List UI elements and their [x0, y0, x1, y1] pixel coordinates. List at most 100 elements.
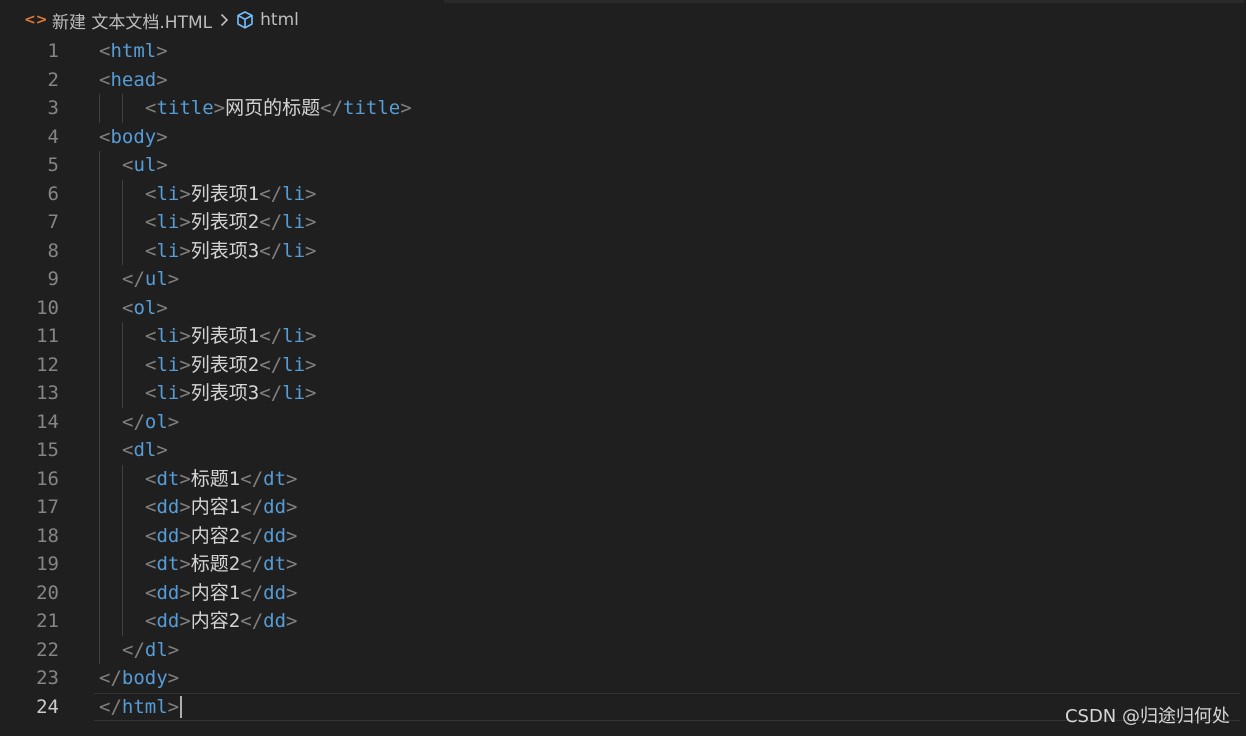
line-number[interactable]: 1: [0, 37, 59, 66]
code-line[interactable]: 14 </ol>: [0, 407, 1246, 437]
code-line[interactable]: 9 </ul>: [0, 265, 1246, 294]
line-number[interactable]: 11: [0, 322, 59, 351]
line-number[interactable]: 5: [0, 151, 59, 180]
tag-bracket: </: [240, 610, 264, 632]
code-line[interactable]: 20 <dd>内容1</dd>: [0, 578, 1246, 608]
text-content: 列表项2: [190, 211, 260, 233]
line-content[interactable]: </body>: [99, 664, 179, 693]
code-area[interactable]: 1 <html> 2 <head> 3 <title>网页的标题</title> 4 <bod…: [0, 37, 1246, 721]
breadcrumb: <> 新建 文本文档.HTML html: [24, 6, 299, 34]
line-content[interactable]: </ol>: [122, 408, 179, 437]
tag-name: li: [156, 211, 180, 233]
code-line[interactable]: 4 <body>: [0, 123, 1246, 152]
breadcrumb-symbol[interactable]: html: [260, 10, 299, 30]
line-number[interactable]: 8: [0, 237, 59, 266]
line-content[interactable]: <li>列表项2</li>: [145, 208, 316, 237]
line-number[interactable]: 19: [0, 550, 59, 579]
line-content[interactable]: </dl>: [122, 636, 179, 665]
code-line[interactable]: 13 <li>列表项3</li>: [0, 379, 1246, 408]
code-line[interactable]: 2 <head>: [0, 66, 1246, 95]
line-number[interactable]: 4: [0, 123, 59, 152]
line-number[interactable]: 18: [0, 522, 59, 551]
line-content[interactable]: <body>: [99, 123, 168, 152]
line-content[interactable]: <li>列表项3</li>: [145, 237, 316, 266]
line-content[interactable]: <li>列表项3</li>: [145, 379, 316, 408]
indent-guide: [99, 350, 100, 379]
tag-name: dl: [144, 638, 168, 661]
tag-bracket: <: [145, 325, 157, 347]
code-line[interactable]: 21 <dd>内容2</dd>: [0, 607, 1246, 636]
line-number[interactable]: 6: [0, 180, 59, 209]
code-line[interactable]: 10 <ol>: [0, 293, 1246, 323]
code-line[interactable]: 24 </html>: [0, 692, 1246, 722]
code-line[interactable]: 12 <li>列表项2</li>: [0, 350, 1246, 380]
code-line[interactable]: 5 <ul>: [0, 151, 1246, 180]
text-content: 网页的标题: [225, 97, 321, 119]
indent-guide: [99, 493, 100, 522]
indent-guide: [99, 94, 100, 123]
line-number[interactable]: 23: [0, 664, 59, 693]
tag-name: dd: [263, 610, 287, 632]
line-number[interactable]: 16: [0, 465, 59, 494]
line-content[interactable]: <dd>内容1</dd>: [145, 579, 297, 608]
line-number[interactable]: 7: [0, 208, 59, 237]
code-line[interactable]: 19 <dt>标题2</dt>: [0, 550, 1246, 579]
code-line[interactable]: 18 <dd>内容2</dd>: [0, 521, 1246, 551]
code-line[interactable]: 15 <dl>: [0, 436, 1246, 465]
code-line[interactable]: 6 <li>列表项1</li>: [0, 179, 1246, 209]
line-number[interactable]: 13: [0, 379, 59, 408]
line-number[interactable]: 17: [0, 493, 59, 522]
line-content[interactable]: <dd>内容1</dd>: [145, 493, 297, 522]
indent-guide: [122, 236, 123, 265]
code-editor[interactable]: <> 新建 文本文档.HTML html 1 <html> 2 <head> 3 <tit…: [0, 0, 1246, 736]
line-number[interactable]: 2: [0, 66, 59, 95]
line-number[interactable]: 21: [0, 607, 59, 636]
tag-name: dd: [263, 496, 287, 518]
line-number[interactable]: 10: [0, 294, 59, 323]
line-number[interactable]: 3: [0, 94, 59, 123]
code-line[interactable]: 23 </body>: [0, 664, 1246, 693]
line-content[interactable]: <head>: [99, 66, 168, 95]
indent-guide: [99, 521, 100, 550]
tag-bracket: >: [156, 439, 168, 461]
line-number[interactable]: 12: [0, 351, 59, 380]
code-line[interactable]: 1 <html>: [0, 37, 1246, 66]
line-number[interactable]: 20: [0, 579, 59, 608]
tag-bracket: >: [179, 211, 191, 233]
tag-bracket: <: [99, 40, 111, 62]
line-number[interactable]: 14: [0, 408, 59, 437]
line-number[interactable]: 9: [0, 265, 59, 294]
code-line[interactable]: 11 <li>列表项1</li>: [0, 322, 1246, 351]
line-content[interactable]: <html>: [99, 37, 168, 66]
line-number[interactable]: 15: [0, 436, 59, 465]
code-line[interactable]: 7 <li>列表项2</li>: [0, 208, 1246, 237]
tag-bracket: <: [145, 211, 157, 233]
line-content[interactable]: </html>: [99, 693, 183, 722]
tag-bracket: >: [286, 553, 298, 575]
code-line[interactable]: 22 </dl>: [0, 635, 1246, 665]
line-content[interactable]: <dt>标题2</dt>: [145, 550, 297, 579]
line-content[interactable]: <dl>: [122, 436, 168, 465]
line-number[interactable]: 24: [0, 693, 59, 722]
line-content[interactable]: <dd>内容2</dd>: [145, 607, 297, 636]
line-number[interactable]: 22: [0, 636, 59, 665]
tag-name: html: [121, 695, 168, 718]
line-content[interactable]: <dt>标题1</dt>: [145, 465, 297, 494]
line-content[interactable]: <li>列表项1</li>: [145, 180, 316, 209]
code-line[interactable]: 16 <dt>标题1</dt>: [0, 464, 1246, 494]
line-content[interactable]: <dd>内容2</dd>: [145, 522, 297, 551]
tag-bracket: <: [122, 296, 134, 319]
line-content[interactable]: <title>网页的标题</title>: [145, 94, 412, 123]
tag-name: body: [110, 125, 157, 148]
indent-guide: [122, 179, 123, 208]
line-content[interactable]: <li>列表项2</li>: [145, 351, 316, 380]
line-content[interactable]: <li>列表项1</li>: [145, 322, 316, 351]
line-content[interactable]: <ol>: [122, 294, 168, 323]
code-line[interactable]: 3 <title>网页的标题</title>: [0, 94, 1246, 123]
code-line[interactable]: 8 <li>列表项3</li>: [0, 236, 1246, 266]
code-line[interactable]: 17 <dd>内容1</dd>: [0, 493, 1246, 522]
breadcrumb-file[interactable]: 新建 文本文档.HTML: [52, 8, 212, 33]
tag-name: body: [121, 667, 168, 689]
line-content[interactable]: <ul>: [122, 151, 168, 180]
line-content[interactable]: </ul>: [122, 265, 179, 294]
